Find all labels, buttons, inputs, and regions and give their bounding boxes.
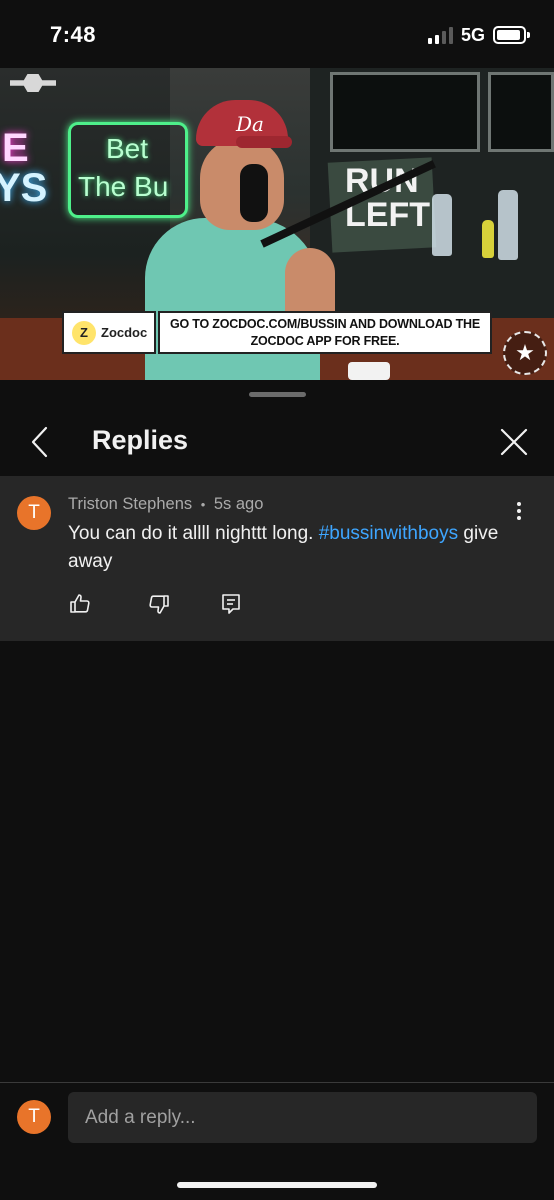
chevron-left-icon (31, 426, 48, 458)
back-button[interactable] (24, 424, 56, 460)
avatar[interactable]: T (17, 496, 51, 530)
ad-banner[interactable]: Z Zocdoc GO TO ZOCDOC.COM/BUSSIN AND DOW… (62, 311, 492, 354)
water-bottle (432, 194, 452, 256)
comment-time: 5s ago (213, 495, 264, 513)
dislike-button[interactable] (147, 592, 171, 616)
home-indicator[interactable] (177, 1182, 377, 1188)
close-icon (500, 428, 528, 456)
network-label: 5G (461, 25, 486, 45)
neon-sign-pink: E (2, 126, 29, 170)
thumbs-up-icon (70, 594, 90, 613)
meta-separator: • (200, 497, 206, 512)
ad-brand-name: Zocdoc (101, 325, 148, 340)
panel-title: Replies (92, 425, 189, 455)
ad-brand-logo: Z Zocdoc (62, 311, 156, 354)
cup (348, 362, 390, 380)
reply-button[interactable] (219, 592, 243, 616)
comment-text: You can do it allll nighttt long. #bussi… (68, 520, 518, 576)
neon-sign-line-1: Bet (106, 133, 149, 164)
hat-logo-text: Da (236, 112, 264, 136)
thumbs-down-icon (149, 595, 169, 614)
zocdoc-icon: Z (72, 320, 96, 345)
reply-input[interactable] (68, 1092, 537, 1143)
signal-icon (428, 26, 454, 44)
comment-text-body: You can do it allll nighttt long. (68, 523, 319, 544)
battery-icon (493, 26, 530, 44)
video-window (488, 72, 554, 152)
drag-handle[interactable] (249, 392, 306, 397)
more-options-button[interactable] (508, 498, 530, 524)
status-time: 7:48 (50, 22, 97, 47)
panel-header: Replies (0, 408, 554, 476)
like-button[interactable] (68, 592, 92, 616)
status-bar: 7:48 5G (0, 0, 554, 68)
comment: T Triston Stephens • 5s ago You can do i… (0, 476, 554, 641)
comment-hashtag-link[interactable]: #bussinwithboys (319, 523, 458, 544)
hat-brim (236, 136, 292, 148)
neon-sign-blue: YS (0, 166, 48, 210)
video-window (330, 72, 480, 152)
comment-author[interactable]: Triston Stephens (68, 495, 192, 513)
neon-sign-line-2: The Bu (78, 171, 169, 202)
microphone (240, 164, 268, 222)
ad-message: GO TO ZOCDOC.COM/BUSSIN AND DOWNLOAD THE… (158, 311, 492, 354)
water-bottle (498, 190, 518, 260)
user-avatar: T (17, 1100, 51, 1134)
replies-panel: Replies T Triston Stephens • 5s ago You … (0, 380, 554, 1200)
video-player[interactable]: E YS Bet The Bu RUN LEFT Da Z Zocdoc GO … (0, 68, 554, 380)
drink-bottle (482, 220, 494, 258)
comment-meta: Triston Stephens • 5s ago (68, 495, 263, 514)
reply-bar: T (0, 1083, 554, 1200)
close-button[interactable] (494, 422, 534, 462)
channel-logo-icon: ★ (503, 331, 547, 375)
reply-icon (222, 594, 240, 614)
